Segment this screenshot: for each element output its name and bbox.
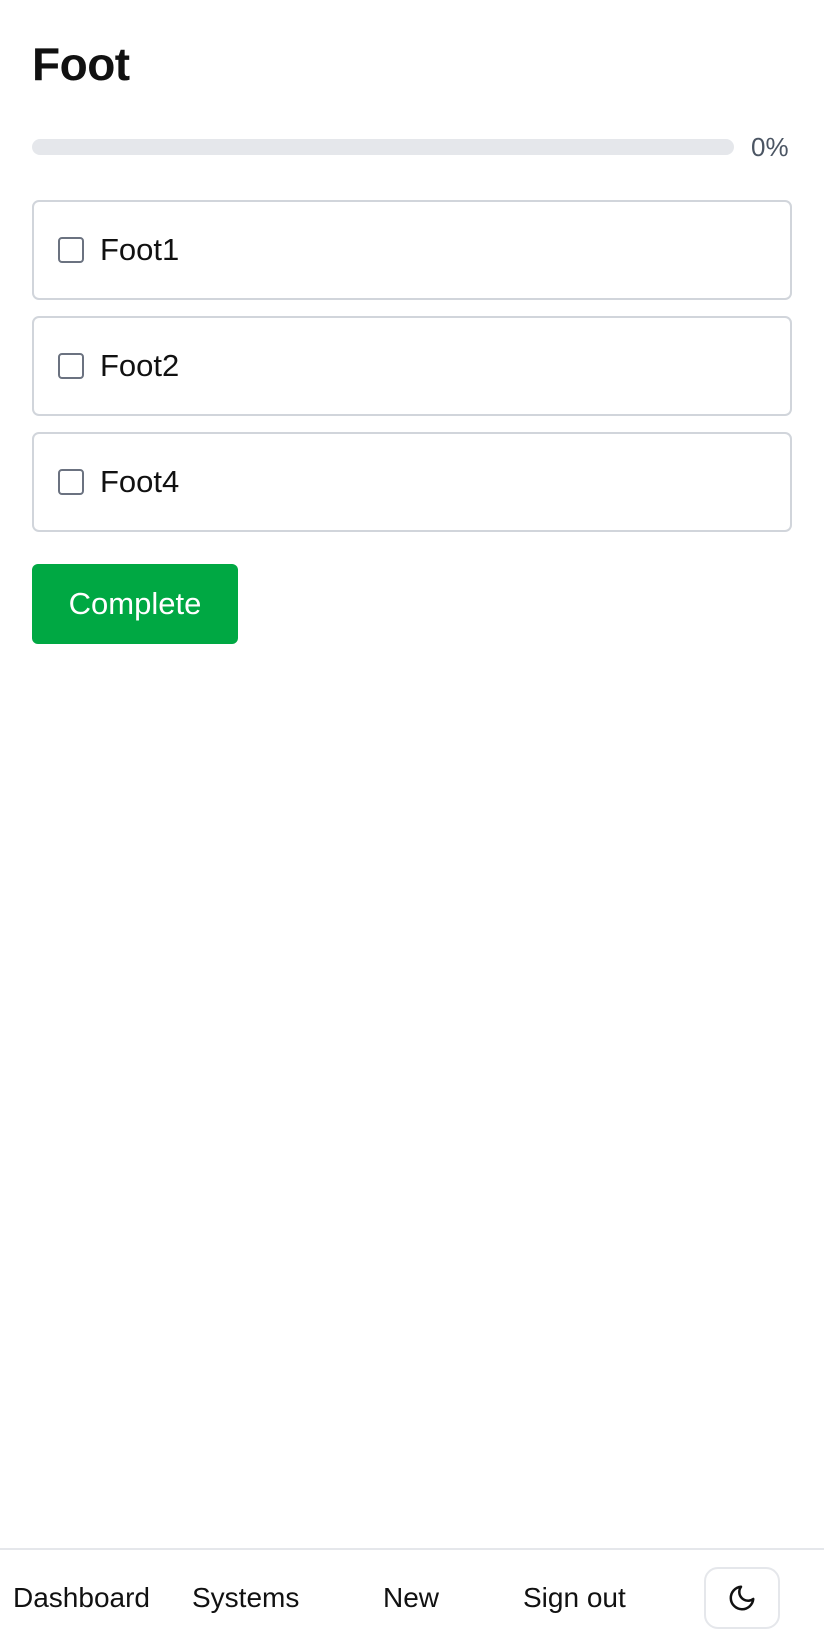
bottom-nav: Dashboard Systems New Sign out <box>0 1548 824 1646</box>
nav-sign-out-link[interactable]: Sign out <box>523 1550 626 1646</box>
moon-icon <box>729 1585 755 1611</box>
task-checkbox[interactable] <box>58 353 84 379</box>
task-label: Foot2 <box>100 348 180 383</box>
theme-toggle-button[interactable] <box>704 1567 780 1629</box>
task-label: Foot4 <box>100 464 180 499</box>
page-title: Foot <box>32 38 130 90</box>
task-checkbox[interactable] <box>58 237 84 263</box>
task-checkbox[interactable] <box>58 469 84 495</box>
progress-percent: 0% <box>751 132 789 162</box>
task-label: Foot1 <box>100 232 180 267</box>
nav-dashboard-link[interactable]: Dashboard <box>13 1550 150 1646</box>
task-item-foot2[interactable]: Foot2 <box>32 316 792 416</box>
nav-systems-link[interactable]: Systems <box>192 1550 299 1646</box>
task-item-foot1[interactable]: Foot1 <box>32 200 792 300</box>
task-item-foot4[interactable]: Foot4 <box>32 432 792 532</box>
task-list: Foot1 Foot2 Foot4 <box>32 200 792 548</box>
progress-bar <box>32 139 734 155</box>
nav-new-link[interactable]: New <box>383 1550 439 1646</box>
complete-button[interactable]: Complete <box>32 564 238 644</box>
